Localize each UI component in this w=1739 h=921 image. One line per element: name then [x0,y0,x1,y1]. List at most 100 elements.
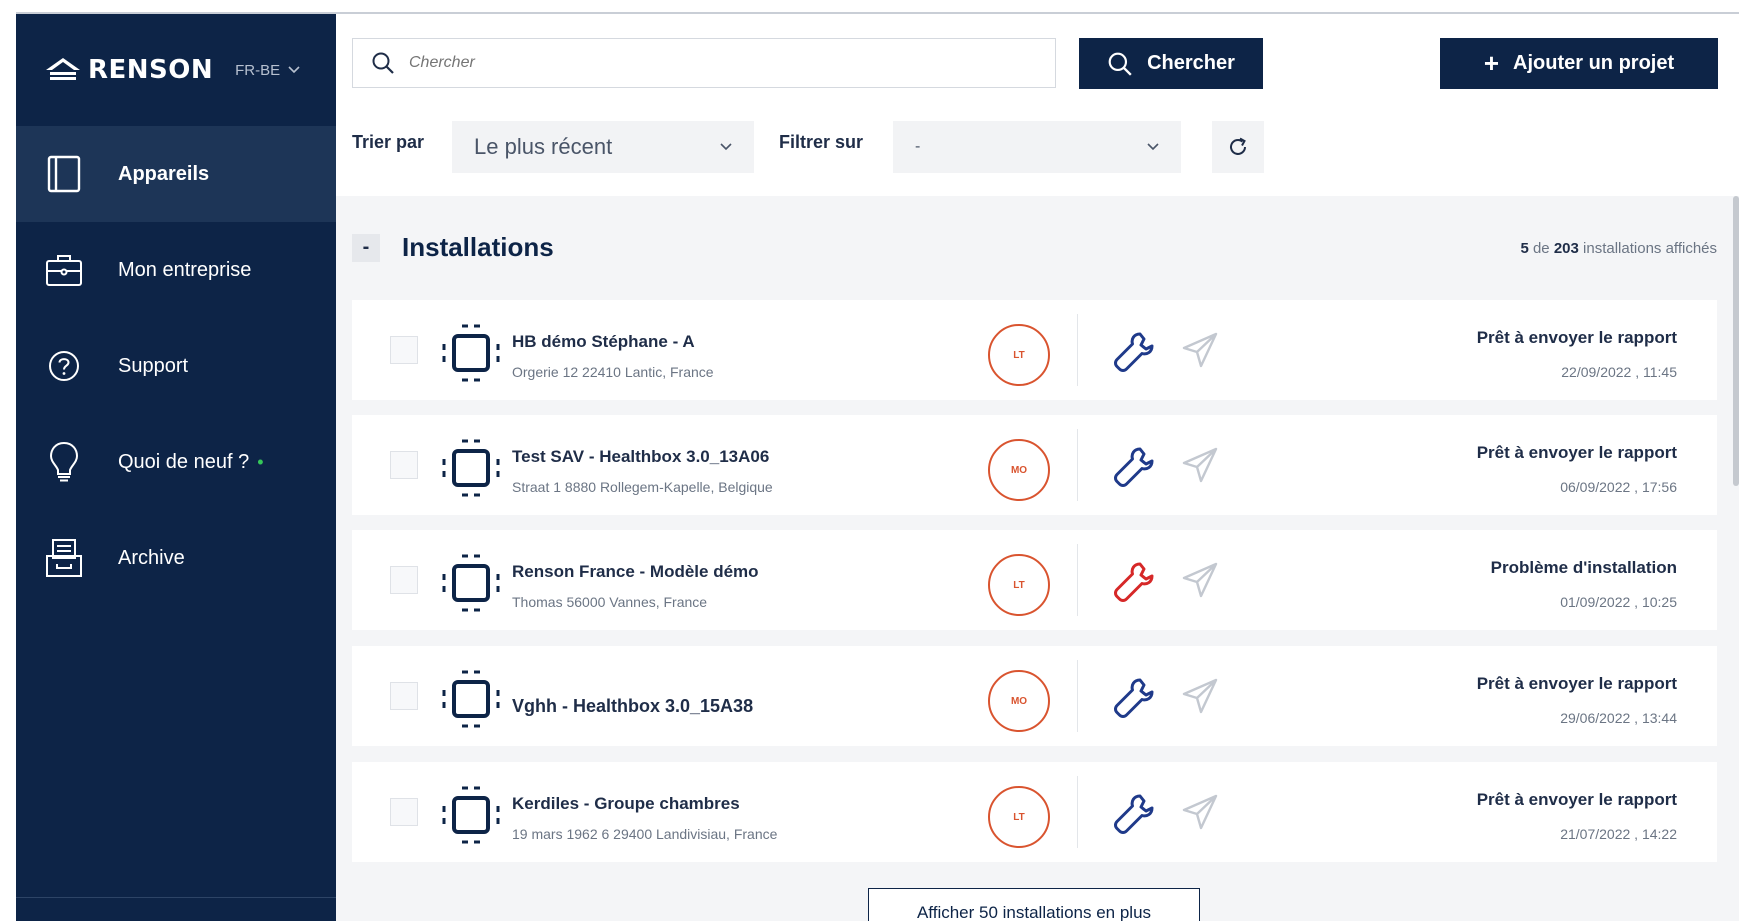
new-indicator-dot: • [257,451,264,472]
installer-badge: MO [988,670,1050,732]
sidebar-item-label: Appareils [118,162,210,185]
sidebar-item-support[interactable]: Support [16,318,336,414]
send-report-icon[interactable] [1180,792,1220,832]
section-header: - Installations [352,232,554,263]
chevron-down-icon [288,66,300,74]
language-selector[interactable]: FR-BE [235,62,300,79]
installations-panel: - Installations 5 de 203 installations a… [336,196,1739,921]
installation-status: Prêt à envoyer le rapport [1476,674,1677,693]
language-code: FR-BE [235,61,281,79]
collapse-button[interactable]: - [352,233,380,262]
sidebar-item-archive[interactable]: Archive [16,510,336,606]
count-total: 203 [1553,240,1579,257]
briefcase-icon [44,250,84,290]
installation-date: 22/09/2022 , 11:45 [1561,364,1677,380]
device-chip-icon [442,439,500,497]
sidebar-item-label: Quoi de neuf ? • [118,451,264,474]
search-input[interactable] [409,54,1009,72]
sort-label: Trier par [352,132,425,152]
wrench-warning-icon[interactable] [1112,560,1156,604]
refresh-button[interactable] [1212,121,1264,173]
installation-row[interactable]: Renson France - Modèle démo Thomas 56000… [352,530,1717,630]
send-report-icon[interactable] [1180,330,1220,370]
installation-row[interactable]: HB démo Stéphane - A Orgerie 12 22410 La… [352,300,1717,400]
sidebar-item-appareils[interactable]: Appareils [16,126,336,222]
sort-select-value: Le plus récent [474,134,613,159]
installation-status: Problème d'installation [1490,558,1677,577]
device-chip-icon [442,670,500,728]
chevron-down-icon [1147,143,1159,151]
lightbulb-icon [44,441,84,482]
installer-badge: LT [988,786,1050,848]
send-report-icon[interactable] [1180,676,1220,716]
count-shown: 5 [1520,240,1529,257]
row-checkbox[interactable] [390,451,418,479]
installation-name[interactable]: HB démo Stéphane - A [512,332,695,352]
send-report-icon[interactable] [1180,445,1220,485]
add-project-button[interactable]: + Ajouter un projet [1440,38,1718,89]
installation-address: 19 mars 1962 6 29400 Landivisiau, France [512,826,778,842]
filter-select[interactable]: - [893,121,1181,173]
installation-address: Orgerie 12 22410 Lantic, France [512,364,714,380]
installation-address: Thomas 56000 Vannes, France [512,594,708,610]
sort-select[interactable]: Le plus récent [452,121,754,173]
sidebar-item-mon-entreprise[interactable]: Mon entreprise [16,222,336,318]
installation-status: Prêt à envoyer le rapport [1476,443,1677,462]
installation-status: Prêt à envoyer le rapport [1476,328,1677,347]
sidebar-item-label: Mon entreprise [118,258,252,281]
sidebar-item-label: Support [118,354,189,377]
device-chip-icon [442,786,500,844]
wrench-icon[interactable] [1112,676,1156,720]
installation-name[interactable]: Vghh - Healthbox 3.0_15A38 [512,696,753,717]
row-divider [1077,544,1078,616]
row-checkbox[interactable] [390,336,418,364]
installation-address: Straat 1 8880 Rollegem-Kapelle, Belgique [512,479,773,495]
installer-badge: LT [988,554,1050,616]
search-icon [372,52,394,74]
search-icon [1108,52,1132,76]
load-more-button[interactable]: Afficher 50 installations en plus [868,888,1200,921]
section-title: Installations [402,232,554,262]
installation-name[interactable]: Renson France - Modèle démo [512,562,759,582]
row-checkbox[interactable] [390,798,418,826]
installation-status: Prêt à envoyer le rapport [1476,790,1677,809]
row-divider [1077,314,1078,386]
installation-date: 29/06/2022 , 13:44 [1560,710,1677,726]
installation-name[interactable]: Kerdiles - Groupe chambres [512,794,740,814]
search-box[interactable] [352,38,1056,88]
row-checkbox[interactable] [390,566,418,594]
wrench-icon[interactable] [1112,330,1156,374]
search-button-label: Chercher [1147,52,1235,74]
row-checkbox[interactable] [390,682,418,710]
device-chip-icon [442,324,500,382]
filter-select-value: - [915,138,921,155]
row-divider [1077,660,1078,732]
logo-row: RENSON FR-BE [16,14,336,126]
refresh-icon [1230,137,1246,155]
installation-row[interactable]: Vghh - Healthbox 3.0_15A38 MO Prêt à env… [352,646,1717,746]
sidebar: RENSON FR-BE Appareils Mon entreprise Su… [16,14,336,921]
wrench-icon[interactable] [1112,792,1156,836]
search-button[interactable]: Chercher [1079,38,1263,89]
installation-row[interactable]: Test SAV - Healthbox 3.0_13A06 Straat 1 … [352,415,1717,515]
send-report-icon[interactable] [1180,560,1220,600]
filter-label: Filtrer sur [779,132,864,152]
row-divider [1077,429,1078,501]
wrench-icon[interactable] [1112,445,1156,489]
archive-icon [44,538,84,578]
installations-count: 5 de 203 installations affichés [1520,240,1717,257]
installation-date: 01/09/2022 , 10:25 [1560,594,1677,610]
row-divider [1077,776,1078,848]
installation-row[interactable]: Kerdiles - Groupe chambres 19 mars 1962 … [352,762,1717,862]
sidebar-item-quoi-de-neuf[interactable]: Quoi de neuf ? • [16,414,336,510]
sidebar-item-label: Archive [118,546,185,569]
help-circle-icon [44,346,84,386]
installer-badge: LT [988,324,1050,386]
count-suffix: installations affichés [1583,240,1717,257]
installation-name[interactable]: Test SAV - Healthbox 3.0_13A06 [512,447,769,467]
add-project-label: Ajouter un projet [1513,52,1675,74]
brand-name: RENSON [88,55,214,85]
installer-badge: MO [988,439,1050,501]
renson-logo[interactable]: RENSON [44,55,213,85]
scrollbar[interactable] [1733,196,1739,486]
